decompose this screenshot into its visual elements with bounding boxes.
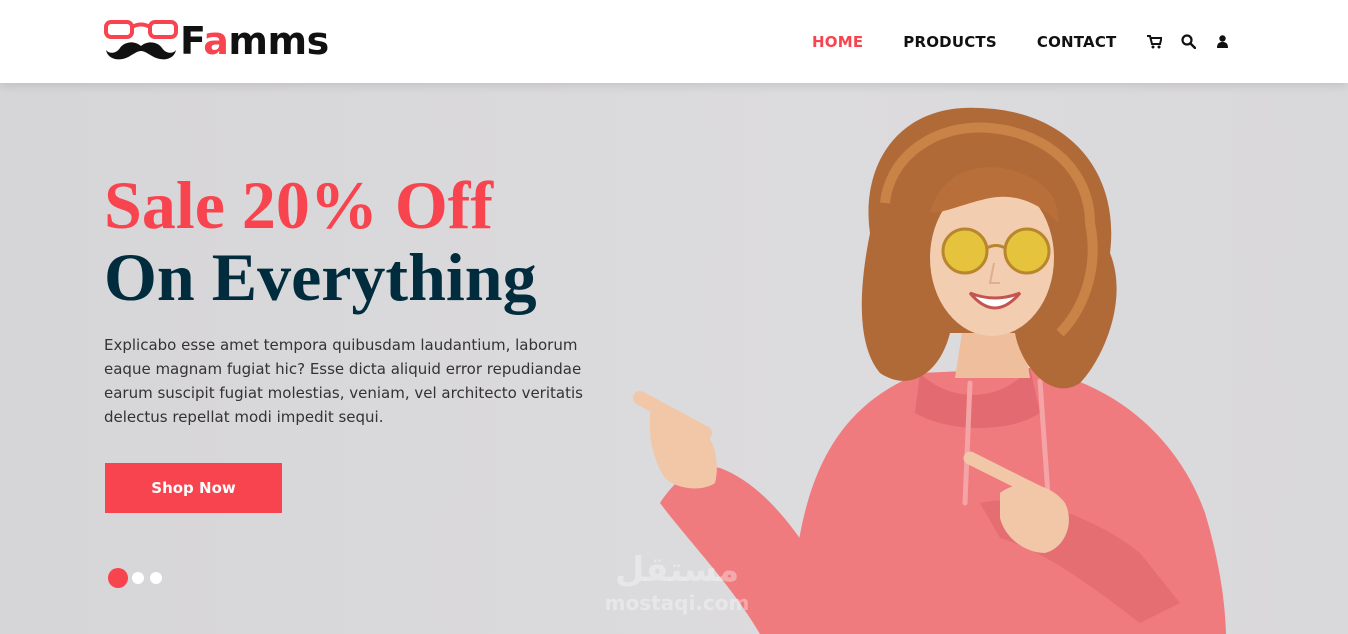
slider-dot-1[interactable] [108, 568, 128, 588]
cart-icon[interactable] [1147, 34, 1163, 50]
main-nav: HOME PRODUCTS CONTACT [812, 0, 1249, 83]
shop-now-button[interactable]: Shop Now [105, 463, 282, 513]
hero-description: Explicabo esse amet tempora quibusdam la… [104, 336, 583, 426]
hero-headline-everything: On Everything [104, 239, 537, 315]
hero-headline-sale: Sale 20% Off [104, 167, 494, 243]
watermark: مستقل mostaqi.com [592, 553, 762, 623]
site-header: Famms HOME PRODUCTS CONTACT [0, 0, 1348, 83]
search-icon[interactable] [1181, 34, 1197, 50]
user-icon[interactable] [1215, 34, 1231, 50]
nav-home[interactable]: HOME [812, 33, 863, 51]
slider-dot-3[interactable] [150, 572, 162, 584]
hero-banner: Sale 20% Off On Everything Explicabo ess… [0, 83, 1348, 634]
slider-dot-2[interactable] [132, 572, 144, 584]
brand-logo[interactable]: Famms [104, 16, 329, 66]
glasses-mustache-logo-icon [104, 20, 178, 60]
slider-pagination [108, 568, 168, 588]
watermark-latin: mostaqi.com [604, 591, 750, 615]
nav-products[interactable]: PRODUCTS [903, 33, 997, 51]
watermark-arabic: مستقل [614, 550, 740, 590]
nav-contact[interactable]: CONTACT [1037, 33, 1117, 51]
brand-name: Famms [180, 19, 329, 63]
